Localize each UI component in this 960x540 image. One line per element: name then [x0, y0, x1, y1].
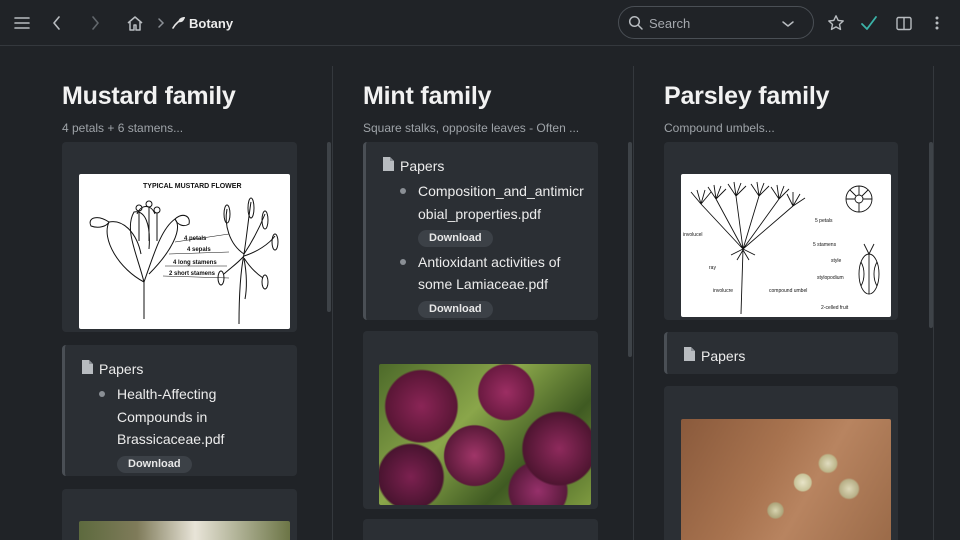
parsley-umbel-diagram: involucel ray involucre compound umbel 5…	[681, 174, 891, 317]
label-ray: ray	[709, 265, 716, 271]
label-stylopodium: stylopodium	[817, 275, 844, 281]
document-icon	[81, 359, 94, 378]
download-button[interactable]: Download	[117, 455, 192, 473]
search-icon	[628, 15, 644, 31]
column-title: Mint family	[363, 82, 492, 110]
column-title: Parsley family	[664, 82, 830, 110]
column-title: Mustard family	[62, 82, 236, 110]
more-icon[interactable]	[927, 13, 947, 33]
breadcrumb[interactable]: Botany	[172, 14, 233, 32]
document-icon	[683, 346, 696, 365]
papers-card: Papers Health-Affecting Compounds in Bra…	[62, 345, 297, 476]
breadcrumb-label: Botany	[189, 15, 234, 31]
scrollbar[interactable]	[929, 142, 933, 328]
scrollbar[interactable]	[327, 142, 331, 312]
home-icon[interactable]	[125, 13, 145, 33]
papers-heading-label: Papers	[400, 157, 445, 174]
image-card[interactable]: involucel ray involucre compound umbel 5…	[664, 142, 898, 320]
image-card[interactable]	[664, 386, 898, 540]
label-5-stamens: 5 stamens	[813, 242, 837, 248]
label-long-stamens: 4 long stamens	[173, 260, 217, 266]
label-compound-umbel: compound umbel	[769, 288, 807, 294]
papers-card: Papers Composition_and_antimicr obial_pr…	[363, 142, 598, 320]
label-2-celled-fruit: 2-celled fruit	[821, 305, 849, 311]
diagram-caption: TYPICAL MUSTARD FLOWER	[143, 183, 242, 190]
label-petals: 4 petals	[184, 236, 207, 242]
download-button[interactable]: Download	[418, 230, 493, 247]
split-view-icon[interactable]	[894, 13, 914, 33]
image-card[interactable]	[363, 331, 598, 509]
list-item: Health-Affecting Compounds in Brassicace…	[99, 383, 224, 473]
paper-link[interactable]: Antioxidant activities of some Lamiaceae…	[418, 251, 584, 296]
image-card[interactable]	[62, 489, 297, 540]
mustard-photo	[79, 521, 290, 540]
column-parsley-family: Parsley family Compound umbels... involu…	[634, 46, 933, 540]
check-icon[interactable]	[859, 13, 879, 33]
scrollbar[interactable]	[628, 142, 632, 357]
menu-icon[interactable]	[12, 13, 32, 33]
list-item: Antioxidant activities of some Lamiaceae…	[400, 251, 584, 319]
paper-link[interactable]: Composition_and_antimicr obial_propertie…	[418, 180, 584, 225]
star-icon[interactable]	[826, 13, 846, 33]
papers-list: Health-Affecting Compounds in Brassicace…	[99, 383, 224, 473]
toolbar: Botany Search	[0, 0, 960, 46]
label-style: style	[831, 258, 842, 264]
column-mustard-family: Mustard family 4 petals + 6 stamens... T…	[0, 46, 332, 540]
chevron-down-icon[interactable]	[780, 16, 796, 32]
back-icon[interactable]	[47, 13, 67, 33]
coleus-photo	[379, 364, 591, 505]
leaf-icon	[172, 15, 186, 32]
label-5-petals: 5 petals	[815, 218, 833, 224]
papers-heading[interactable]: Papers	[382, 156, 444, 175]
papers-heading-label: Papers	[99, 360, 144, 377]
column-divider	[933, 66, 934, 540]
column-mint-family: Mint family Square stalks, opposite leav…	[333, 46, 633, 540]
download-button[interactable]: Download	[418, 300, 493, 318]
breadcrumb-chevron-icon	[151, 13, 171, 33]
label-short-stamens: 2 short stamens	[169, 271, 216, 277]
forward-icon[interactable]	[85, 13, 105, 33]
label-sepals: 4 sepals	[187, 247, 211, 253]
search-box[interactable]: Search	[618, 6, 814, 39]
label-involucre: involucre	[713, 288, 733, 294]
parsley-photo	[681, 419, 891, 540]
papers-heading[interactable]: Papers	[81, 359, 143, 378]
list-item: Composition_and_antimicr obial_propertie…	[400, 180, 584, 248]
label-involucel: involucel	[683, 232, 702, 238]
paper-link[interactable]: Health-Affecting Compounds in Brassicace…	[117, 383, 224, 451]
image-card[interactable]: TYPICAL MUSTARD FLOWER 4 petals 4 sepals…	[62, 142, 297, 332]
papers-heading-label: Papers	[701, 347, 746, 364]
image-card[interactable]	[363, 519, 598, 540]
column-subtitle: 4 petals + 6 stamens...	[62, 121, 184, 135]
column-subtitle: Compound umbels...	[664, 121, 775, 135]
papers-heading[interactable]: Papers	[683, 346, 745, 365]
papers-card: Papers	[664, 332, 898, 374]
mustard-flower-diagram: TYPICAL MUSTARD FLOWER 4 petals 4 sepals…	[79, 174, 290, 329]
column-subtitle: Square stalks, opposite leaves - Often .…	[363, 121, 580, 135]
papers-list: Composition_and_antimicr obial_propertie…	[400, 180, 584, 318]
search-input[interactable]: Search	[649, 16, 690, 31]
document-icon	[382, 156, 395, 175]
